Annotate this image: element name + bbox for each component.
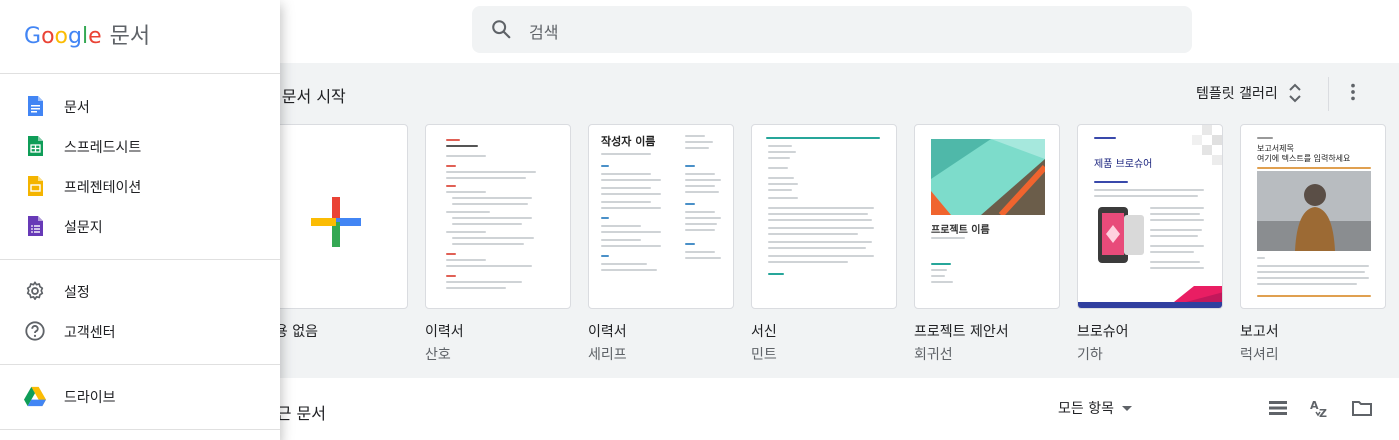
template-name: 내용 없음: [262, 324, 318, 340]
forms-icon: [28, 216, 43, 236]
thumb-subheading: 여기에 텍스트를 입력하세요: [1257, 154, 1351, 163]
divider: [0, 364, 280, 365]
template-letter-mint[interactable]: 서신 민트: [751, 124, 897, 364]
menu-item-label: 고객센터: [64, 325, 116, 341]
menu-item-settings[interactable]: 설정: [0, 271, 280, 311]
menu-item-label: 설문지: [64, 220, 103, 236]
thumb-heading: 프로젝트 이름: [931, 225, 990, 236]
divider: [0, 429, 280, 430]
svg-text:A: A: [1310, 399, 1319, 412]
thumb-heading: 제품 브로슈어: [1094, 159, 1153, 170]
menu-item-label: 드라이브: [64, 390, 116, 406]
menu-item-help[interactable]: 고객센터: [0, 311, 280, 351]
template-report[interactable]: 보고서제목 여기에 텍스트를 입력하세요 보고서 럭셔리: [1240, 124, 1386, 364]
app-brand: Google 문서: [24, 18, 150, 50]
template-resume-serif[interactable]: 작성자 이름 이력서 세리프: [588, 124, 734, 364]
main-menu-drawer: Google 문서 문서 스프레드시트 프레젠테이션 설문지 설정 고객센터 드…: [0, 0, 280, 440]
menu-item-label: 프레젠테이션: [64, 180, 142, 196]
template-name: 이력서: [425, 324, 464, 340]
drive-icon: [24, 386, 46, 407]
template-name: 서신: [751, 324, 777, 340]
template-thumbnail: 보고서제목 여기에 텍스트를 입력하세요: [1240, 124, 1386, 309]
slides-icon: [28, 176, 43, 196]
menu-item-forms[interactable]: 설문지: [0, 206, 280, 246]
list-view-icon[interactable]: [1266, 396, 1290, 420]
arrow-drop-down-icon: [1121, 406, 1132, 411]
template-subname: 기하: [1077, 347, 1103, 363]
menu-item-label: 문서: [64, 100, 90, 116]
owner-filter-dropdown[interactable]: 모든 항목: [1058, 398, 1134, 418]
search-input[interactable]: 검색: [529, 19, 558, 43]
menu-item-drive[interactable]: 드라이브: [0, 376, 280, 416]
menu-item-label: 스프레드시트: [64, 140, 142, 156]
sheets-icon: [28, 136, 43, 156]
divider: [0, 259, 280, 260]
template-resume-coral[interactable]: 이력서 산호: [425, 124, 571, 364]
divider: [0, 73, 280, 74]
help-icon: [25, 321, 45, 341]
owner-filter-label: 모든 항목: [1058, 401, 1114, 417]
template-project-proposal[interactable]: 프로젝트 이름 프로젝트 제안서 회귀선: [914, 124, 1060, 364]
search-icon: [492, 20, 511, 39]
template-thumbnail: [751, 124, 897, 309]
unfold-icon: [1289, 83, 1301, 103]
app-name: 문서: [109, 24, 151, 49]
menu-item-sheets[interactable]: 스프레드시트: [0, 126, 280, 166]
brochure-pattern: [1192, 125, 1222, 165]
proposal-artwork: [931, 139, 1045, 215]
docs-icon: [28, 96, 43, 116]
google-logo: Google: [24, 24, 102, 49]
template-name: 브로슈어: [1077, 324, 1129, 340]
template-thumbnail: 제품 브로슈어: [1077, 124, 1223, 309]
divider: [1328, 77, 1329, 111]
phone-illustration: [1098, 207, 1144, 263]
template-thumbnail: [425, 124, 571, 309]
gear-icon: [26, 281, 44, 300]
template-brochure[interactable]: 제품 브로슈어 브로슈어 기하: [1077, 124, 1223, 364]
sort-az-icon[interactable]: A Z: [1308, 396, 1332, 420]
plus-icon: [311, 197, 361, 247]
more-vert-icon[interactable]: [1342, 81, 1364, 103]
template-blank[interactable]: 내용 없음: [262, 124, 408, 341]
folder-icon[interactable]: [1350, 396, 1374, 420]
report-photo: [1257, 171, 1371, 251]
template-subname: 산호: [425, 347, 451, 363]
template-subname: 세리프: [588, 347, 627, 363]
template-subname: 민트: [751, 347, 777, 363]
template-thumbnail: 프로젝트 이름: [914, 124, 1060, 309]
menu-item-docs[interactable]: 문서: [0, 86, 280, 126]
template-thumbnail: 작성자 이름: [588, 124, 734, 309]
template-subname: 회귀선: [914, 347, 953, 363]
template-name: 보고서: [1240, 324, 1279, 340]
search-bar[interactable]: 검색: [472, 6, 1192, 53]
template-thumbnail: [262, 124, 408, 309]
template-name: 이력서: [588, 324, 627, 340]
template-subname: 럭셔리: [1240, 347, 1279, 363]
template-gallery-label: 템플릿 갤러리: [1196, 86, 1278, 102]
menu-item-label: 설정: [64, 285, 90, 301]
menu-item-slides[interactable]: 프레젠테이션: [0, 166, 280, 206]
thumb-heading: 작성자 이름: [601, 135, 656, 148]
svg-text:Z: Z: [1319, 407, 1327, 420]
brochure-footer-band: [1078, 286, 1222, 308]
template-gallery-button[interactable]: 템플릿 갤러리: [1196, 83, 1302, 103]
template-name: 프로젝트 제안서: [914, 324, 1009, 340]
